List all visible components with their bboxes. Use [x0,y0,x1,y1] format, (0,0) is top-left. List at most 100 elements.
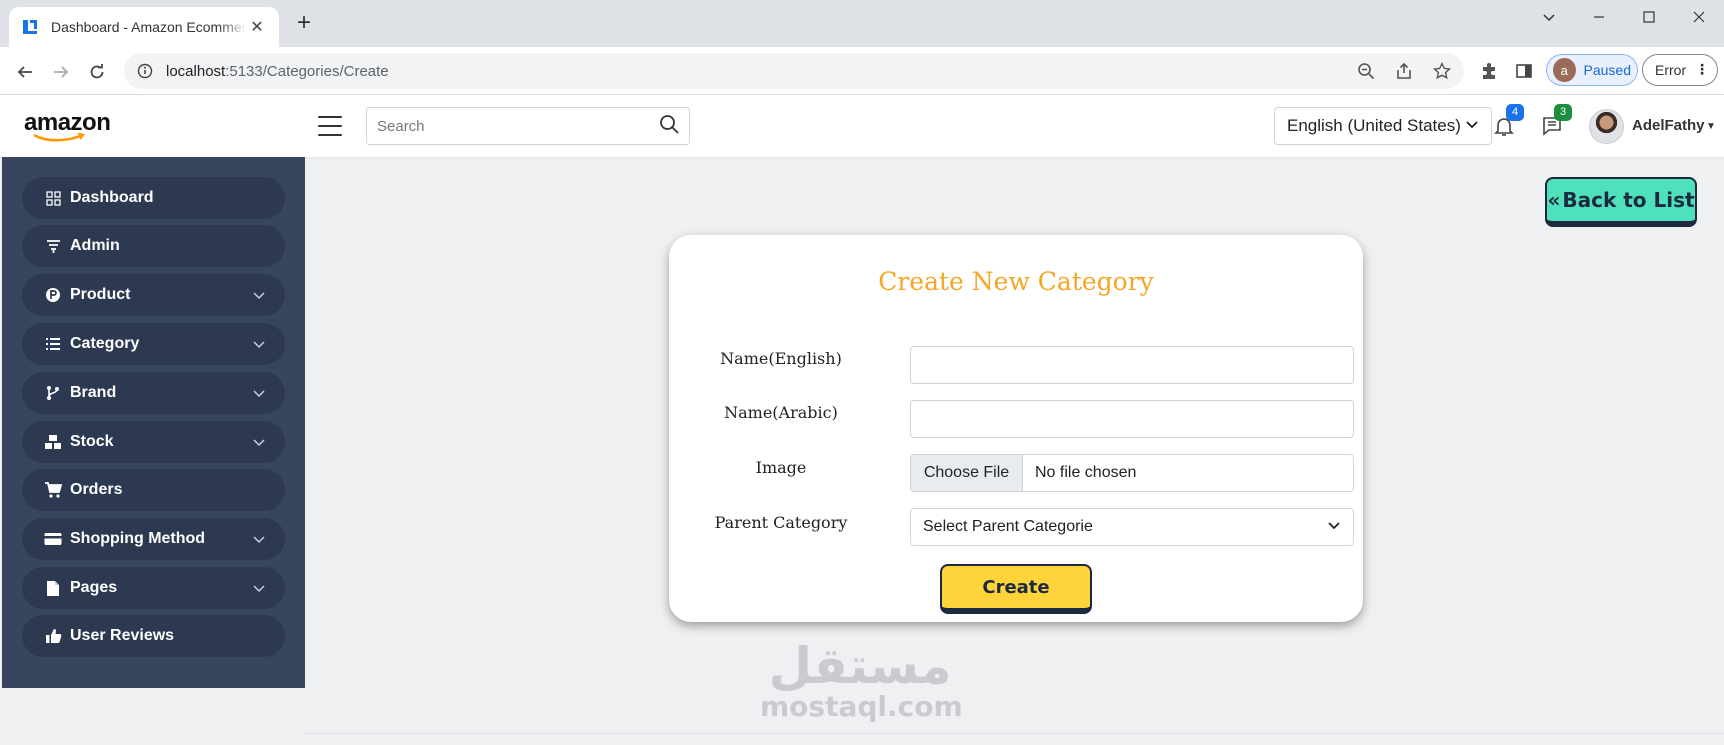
zoom-out-icon[interactable] [1356,61,1376,81]
sidebar-item-orders[interactable]: Orders [22,469,285,511]
chevron-down-icon [253,536,265,544]
name-english-input[interactable] [910,346,1354,384]
share-icon[interactable] [1394,61,1414,81]
tab-title: Dashboard - Amazon Ecommerce [51,19,247,35]
profile-button[interactable]: a Paused [1546,54,1638,86]
create-category-card: Create New Category Name(English) Name(A… [669,235,1363,622]
sidebar-item-label: Category [70,335,140,352]
extensions-puzzle-icon[interactable] [1478,60,1500,82]
chevron-down-icon [1327,518,1341,537]
browser-tab-strip: Dashboard - Amazon Ecommerce ✕ + [0,0,1724,47]
notifications-bell-icon[interactable]: 4 [1490,104,1524,140]
sidebar-item-label: Pages [70,579,118,596]
sidebar: Dashboard Admin Product Category Brand S… [2,157,305,688]
sidebar-item-label: Brand [70,384,117,401]
parent-category-select[interactable]: Select Parent Categorie [910,508,1354,546]
chevron-down-icon [253,439,265,447]
search-icon[interactable] [659,114,679,139]
parent-category-value: Select Parent Categorie [923,518,1093,535]
sidebar-item-product[interactable]: Product [22,274,285,316]
chevron-down-icon [253,341,265,349]
form-title: Create New Category [878,267,1154,296]
search-input[interactable] [377,117,659,135]
name-english-label: Name(English) [720,349,842,368]
double-chevron-left-icon: « [1547,188,1561,212]
sidebar-item-admin[interactable]: Admin [22,225,285,267]
tab-close-icon[interactable]: ✕ [247,17,267,37]
error-label: Error [1655,62,1687,78]
back-to-list-button[interactable]: « Back to List [1545,177,1697,227]
grid-icon [44,189,62,207]
language-value: English (United States) [1287,116,1461,135]
chevron-down-icon [253,390,265,398]
language-select[interactable]: English (United States) [1274,107,1492,145]
window-controls [1524,0,1724,34]
site-info-icon[interactable] [136,62,154,80]
profile-avatar: a [1553,58,1576,82]
cart-icon [44,481,62,499]
forward-arrow-icon[interactable] [48,59,74,85]
boxes-icon [44,433,62,451]
new-tab-icon[interactable]: + [292,11,316,36]
sidebar-item-label: Dashboard [70,189,154,206]
name-arabic-input[interactable] [910,400,1354,438]
name-arabic-label: Name(Arabic) [724,403,838,422]
url-path: :5133/Categories/Create [225,62,389,80]
app-header: amazon English (United States) 4 3 AdelF… [0,95,1724,157]
address-bar[interactable]: localhost:5133/Categories/Create [124,53,1464,89]
url-text: localhost:5133/Categories/Create [166,63,389,80]
back-arrow-icon[interactable] [12,59,38,85]
watermark-logo: مستقل mostaql.com [760,637,963,723]
list-icon [44,335,62,353]
bookmark-star-icon[interactable] [1432,61,1452,81]
messages-icon[interactable]: 3 [1538,104,1572,140]
sidebar-item-pages[interactable]: Pages [22,567,285,609]
create-button[interactable]: Create [940,564,1092,614]
amazon-logo[interactable]: amazon [24,109,111,142]
file-icon [44,579,62,597]
footer-divider [305,733,1724,734]
search-box [366,107,690,145]
file-status-text: No file chosen [1035,464,1137,481]
side-panel-icon[interactable] [1513,60,1535,82]
sidebar-item-user-reviews[interactable]: User Reviews [22,615,285,657]
chevron-down-icon [253,585,265,593]
more-menu-icon[interactable]: ⋮ [1695,61,1709,78]
sidebar-item-shopping-method[interactable]: Shopping Method [22,518,285,560]
sidebar-item-label: Orders [70,481,123,498]
sidebar-item-stock[interactable]: Stock [22,421,285,463]
watermark-latin: mostaql.com [760,690,963,723]
back-to-list-label: Back to List [1562,188,1695,212]
user-caret-icon[interactable]: ▼ [1706,121,1716,132]
sidebar-item-label: Admin [70,237,120,254]
user-avatar[interactable] [1589,109,1624,144]
choose-file-button[interactable]: Choose File [911,455,1023,491]
watermark-arabic: مستقل [768,637,952,695]
sidebar-item-category[interactable]: Category [22,323,285,365]
minimize-icon[interactable] [1574,0,1624,34]
tab-search-chevron-icon[interactable] [1524,0,1574,34]
site-favicon-icon [21,18,39,36]
sidebar-item-label: Stock [70,433,114,450]
sidebar-item-dashboard[interactable]: Dashboard [22,177,285,219]
card-icon [44,530,62,548]
menu-toggle-icon[interactable] [318,114,342,138]
logo-smile-icon [33,133,85,142]
notifications-badge: 4 [1506,104,1524,121]
filter-icon [44,237,62,255]
error-button[interactable]: Error ⋮ [1642,54,1718,86]
sidebar-item-label: User Reviews [70,627,175,644]
branch-icon [44,384,62,402]
thumbs-up-icon [44,627,62,645]
maximize-icon[interactable] [1624,0,1674,34]
messages-badge: 3 [1554,104,1572,121]
image-file-input[interactable]: Choose File No file chosen [910,454,1354,492]
reload-icon[interactable] [84,59,110,85]
browser-tab-active[interactable]: Dashboard - Amazon Ecommerce ✕ [9,7,279,47]
sidebar-item-brand[interactable]: Brand [22,372,285,414]
user-name[interactable]: AdelFathy [1632,117,1705,134]
window-close-icon[interactable] [1674,0,1724,34]
product-icon [44,286,62,304]
image-label: Image [755,458,807,477]
url-host: localhost [166,62,226,80]
